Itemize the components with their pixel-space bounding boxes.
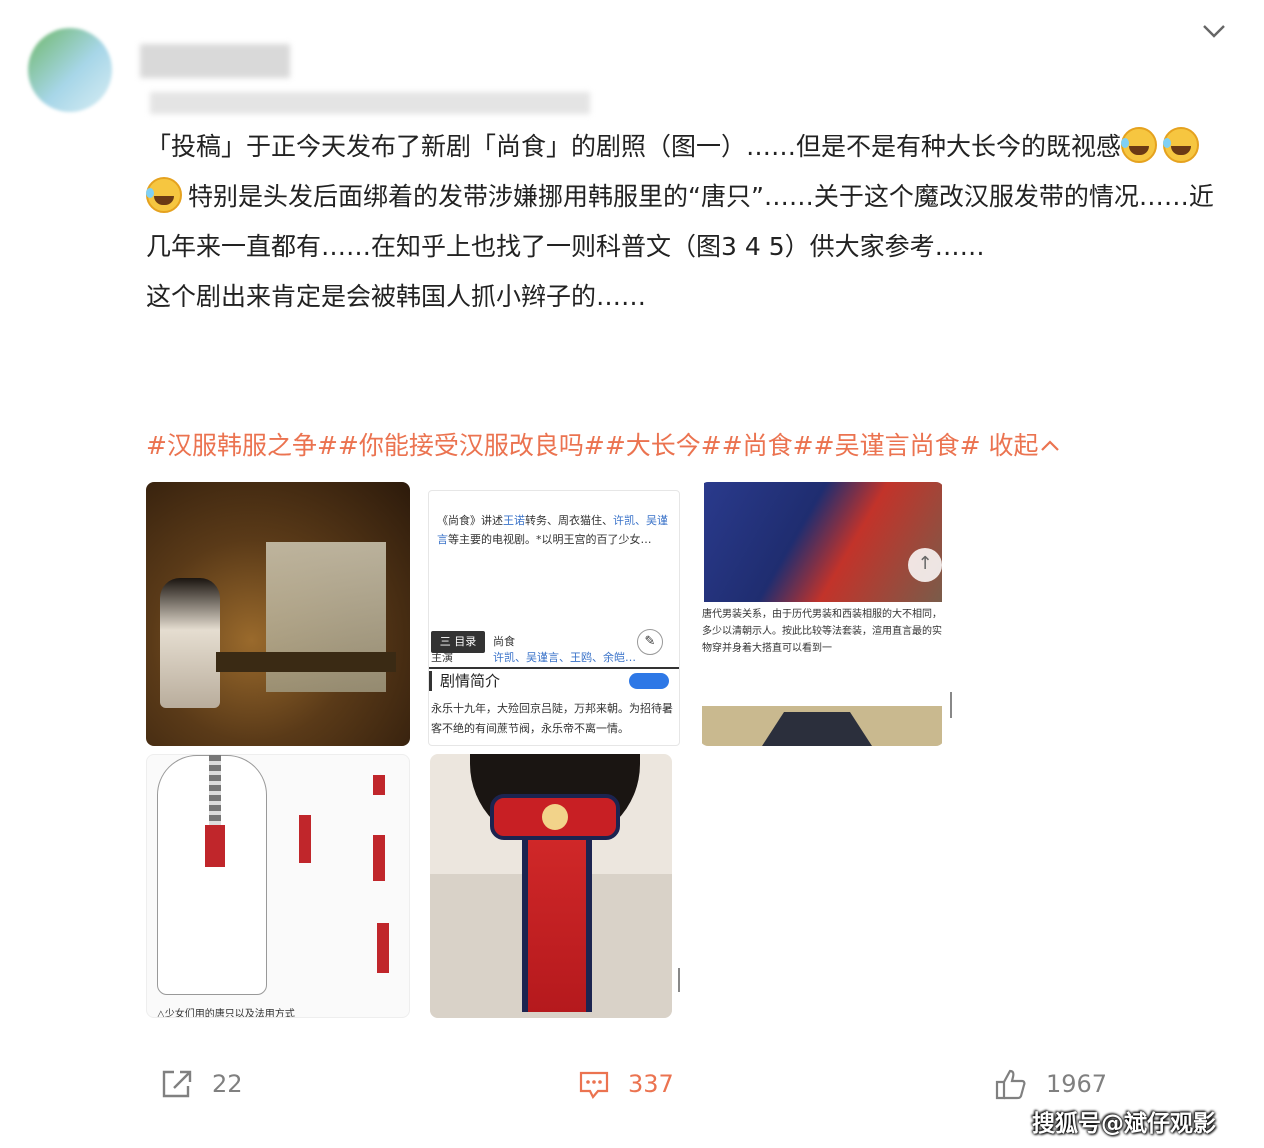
share-button[interactable]: 22 [160, 1066, 243, 1102]
ss-toggle-icon [629, 673, 669, 689]
ss-star-label: 主演 [431, 651, 453, 664]
still-table [216, 652, 396, 672]
user-name-blurred[interactable] [140, 44, 290, 78]
laugh-cry-icon [146, 177, 182, 213]
laugh-cry-icon [1121, 127, 1158, 163]
chevron-down-icon[interactable] [1198, 18, 1230, 44]
tag-hanfu-improve[interactable]: #你能接受汉服改良吗# [338, 431, 605, 460]
illustration-step-1 [299, 815, 311, 863]
comment-button[interactable]: 337 [578, 1066, 674, 1102]
post-text-part-1: 「投稿」于正今天发布了新剧「尚食」的剧照（图一）……但是不是有种大长今的既视感 [146, 132, 1122, 161]
comment-count: 337 [628, 1070, 674, 1098]
like-count: 1967 [1046, 1070, 1108, 1098]
tag-wujinyan-shangshi[interactable]: #吴谨言尚食# [814, 431, 981, 460]
ss-heading: 剧情简介 [429, 671, 500, 691]
tag-shangshi[interactable]: #尚食# [722, 431, 814, 460]
illustration-step-3 [373, 835, 385, 881]
topic-tags: #汉服韩服之争##你能接受汉服改良吗##大长今##尚食##吴谨言尚食# 收起 [146, 424, 1061, 468]
like-button[interactable]: 1967 [994, 1066, 1107, 1102]
tag-dae-jang-geum[interactable]: #大长今# [605, 431, 722, 460]
laugh-cry-icon [1163, 127, 1200, 163]
chevron-up-icon [1040, 440, 1059, 451]
closeup-caption: 唐代男装关系，由于历代男装和西装相服的大不相同，多少以清朝示人。按此比较等法套装… [702, 609, 942, 654]
image-daenggi-illustration[interactable]: △少女们用的唐只以及法用方式 [146, 754, 410, 1018]
ss-divider [429, 667, 679, 669]
scrollbar-indicator [678, 968, 680, 992]
illustration-ribbon [205, 825, 225, 867]
closeup-photo [704, 482, 942, 602]
image-hair-ribbon-photo[interactable] [430, 754, 672, 1018]
illustration-step-4 [377, 923, 389, 973]
ss-body-text: 永乐十九年，大殓回京吕陡，万邦来朝。为招待暑客不绝的有间蔗节阀，永乐帝不离一情。 [431, 702, 673, 735]
ss-intro-text: 《尚食》讲述王诺转务、周衣猫住、许凯、吴谨言等主要的电视剧。*以明王宫的百了少女… [437, 514, 668, 546]
pencil-icon: ✎ [637, 629, 663, 655]
post-meta-blurred [150, 92, 590, 114]
watermark: 搜狐号@斌仔观影 [1032, 1111, 1216, 1137]
post-text-part-2: 特别是头发后面绑着的发带涉嫌挪用韩服里的“唐只”……关于这个魔改汉服发带的情况…… [146, 182, 1214, 261]
ss-tab-label: 尚食 [493, 635, 515, 648]
share-icon [162, 1070, 192, 1098]
ss-star-links: 许凯、吴谨言、王鸥、余皑… [493, 651, 636, 664]
photo-ribbon-tail [522, 812, 592, 1012]
avatar[interactable] [28, 28, 112, 112]
illustration-step-2 [373, 775, 385, 795]
tag-hanfu-hanbok[interactable]: #汉服韩服之争# [146, 431, 338, 460]
ss-toolbar: 三 目录 尚食 主演 许凯、吴谨言、王鸥、余皑… ✎ [429, 627, 679, 667]
arrow-up-icon: ↑ [908, 548, 942, 582]
image-hanbok-closeup[interactable]: ↑ 唐代男装关系，由于历代男装和西装相服的大不相同，多少以清朝示人。按此比较等法… [700, 482, 944, 746]
thumbs-up-icon [995, 1069, 1026, 1100]
comment-icon [579, 1071, 609, 1099]
image-drama-still[interactable] [146, 482, 410, 746]
illustration-caption: △少女们用的唐只以及法用方式 [157, 1009, 295, 1018]
photo-ribbon-knot [542, 804, 568, 830]
still-figure [160, 578, 220, 708]
closeup-bottom-photo [702, 706, 942, 746]
post-paragraph-1: 「投稿」于正今天发布了新剧「尚食」的剧照（图一）……但是不是有种大长今的既视感特… [146, 122, 1236, 272]
post-body: 「投稿」于正今天发布了新剧「尚食」的剧照（图一）……但是不是有种大长今的既视感特… [146, 122, 1236, 322]
share-count: 22 [212, 1070, 243, 1098]
scrollbar-indicator [950, 692, 952, 718]
collapse-link[interactable]: 收起 [988, 431, 1060, 460]
post-paragraph-2: 这个剧出来肯定是会被韩国人抓小辫子的…… [146, 282, 647, 311]
image-baike-screenshot[interactable]: 《尚食》讲述王诺转务、周衣猫住、许凯、吴谨言等主要的电视剧。*以明王宫的百了少女… [428, 490, 680, 746]
